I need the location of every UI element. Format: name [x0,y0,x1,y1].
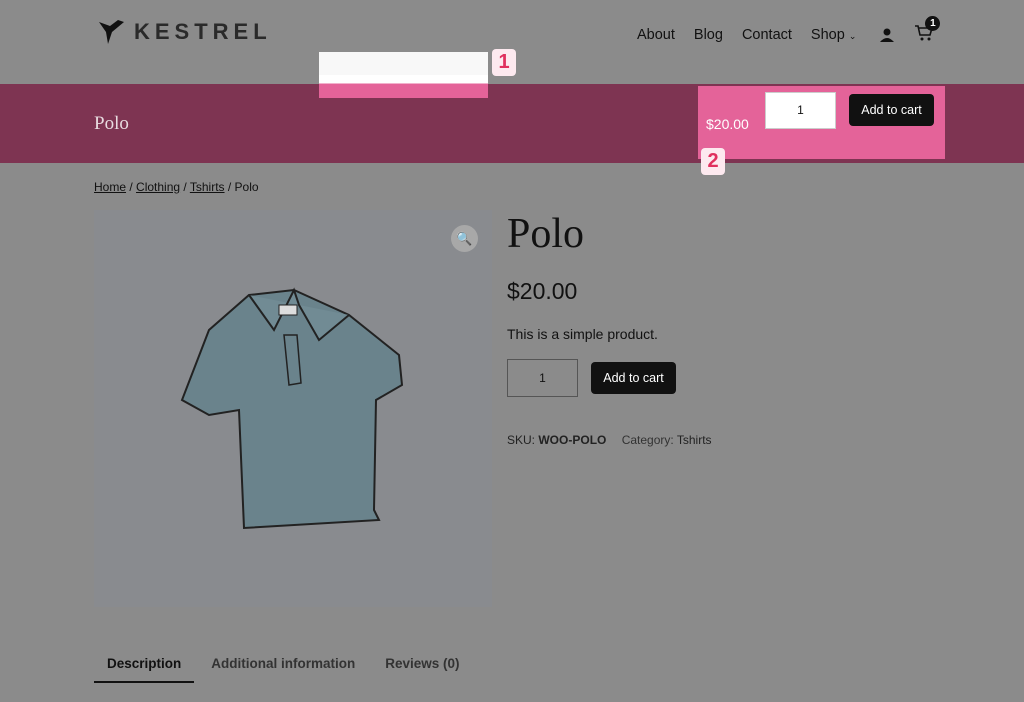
sku-label: SKU: [507,433,536,447]
band-product-title: Polo [94,113,129,134]
category-label: Category: [621,433,674,447]
product-image[interactable] [94,210,492,607]
annotation-badge-1: 1 [492,49,516,76]
tab-description[interactable]: Description [94,656,195,683]
sku-value: WOO-POLO [538,433,607,447]
product-tabs: Description Additional information Revie… [94,656,477,683]
add-to-cart-button[interactable]: Add to cart [591,362,676,394]
product-meta: SKU: WOO-POLO Category: Tshirts [507,433,712,447]
breadcrumb-clothing[interactable]: Clothing [136,180,180,194]
sticky-price: $20.00 [706,116,749,132]
chevron-down-icon: ⌄ [848,31,857,41]
highlight-region-1 [319,52,488,98]
nav-shop-label: Shop [810,27,845,43]
main-nav: About Blog Contact Shop ⌄ 1 [637,16,941,46]
nav-shop[interactable]: Shop ⌄ [811,27,856,43]
account-icon[interactable] [879,27,895,43]
annotation-badge-2: 2 [701,148,725,175]
product-price: $20.00 [507,278,578,304]
tab-additional-information[interactable]: Additional information [198,656,368,683]
cart-button[interactable]: 1 [914,16,941,46]
product-description: This is a simple product. [507,326,658,342]
site-logo[interactable]: KESTREL [98,18,272,46]
polo-shirt-image [180,287,404,530]
cart-count-badge: 1 [925,16,941,31]
nav-contact[interactable]: Contact [742,27,792,43]
sticky-quantity-input[interactable]: 1 [765,92,836,129]
logo-text: KESTREL [134,19,272,44]
bird-logo-icon [99,20,124,44]
sticky-add-to-cart-button[interactable]: Add to cart [849,94,934,126]
category-link[interactable]: Tshirts [677,433,712,447]
breadcrumb: Home / Clothing / Tshirts / Polo [94,180,259,194]
product-title: Polo [507,211,585,257]
nav-blog[interactable]: Blog [694,27,723,43]
tab-reviews[interactable]: Reviews (0) [372,656,472,683]
breadcrumb-tshirts[interactable]: Tshirts [190,180,225,194]
breadcrumb-current: Polo [234,180,259,194]
nav-about[interactable]: About [637,27,675,43]
quantity-input[interactable]: 1 [507,359,578,397]
breadcrumb-home[interactable]: Home [94,180,126,194]
sticky-add-to-cart: $20.00 1 Add to cart [698,86,945,159]
magnifier-icon: 🔍 [456,230,473,246]
image-zoom-button[interactable]: 🔍 [451,225,478,252]
